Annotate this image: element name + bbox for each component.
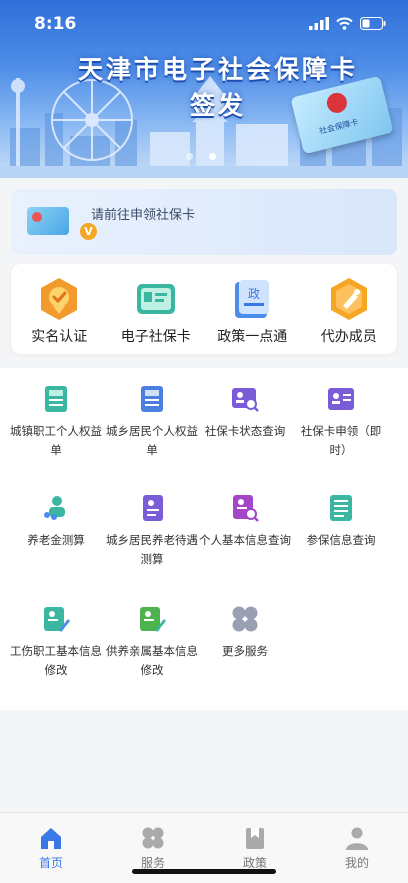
services-grid-icon xyxy=(142,827,164,849)
carousel-dot-active[interactable] xyxy=(209,153,216,160)
urban-rural-doc-icon xyxy=(141,386,163,412)
quick-action-policy[interactable]: 政 政策一点通 xyxy=(204,264,301,354)
policy-bookmark-icon xyxy=(246,828,264,849)
quick-actions-panel: 实名认证 电子社保卡 政 政策一点通 代办成员 xyxy=(11,264,397,354)
home-indicator[interactable] xyxy=(132,869,276,874)
service-label: 个人基本信息查询 xyxy=(199,533,291,547)
quick-action-label: 电子社保卡 xyxy=(120,329,191,345)
quick-action-label: 实名认证 xyxy=(31,329,88,345)
tab-home[interactable]: 首页 xyxy=(0,813,102,883)
service-label: 养老金测算 xyxy=(27,533,85,547)
service-urban-rural-rights[interactable]: 城乡居民个人权益单 xyxy=(101,384,203,460)
v-badge-icon: V xyxy=(80,223,97,240)
banner-carousel[interactable]: 8:16 天津市电子社会保障卡 签发 社会保障卡 xyxy=(0,0,408,178)
quick-action-e-card[interactable]: 电子社保卡 xyxy=(108,264,205,354)
urban-employee-doc-icon xyxy=(45,386,67,412)
wifi-icon xyxy=(336,17,353,30)
injury-info-edit-icon xyxy=(44,607,70,632)
service-label: 工伤职工基本信息修改 xyxy=(10,644,102,677)
carousel-indicator xyxy=(186,153,216,160)
pension-calc-icon xyxy=(44,496,65,520)
status-bar: 8:16 xyxy=(0,0,408,46)
card-status-search-icon xyxy=(232,388,259,412)
insurance-info-icon xyxy=(330,495,352,521)
cellular-signal-icon xyxy=(309,17,329,30)
quick-action-label: 代办成员 xyxy=(320,329,377,345)
service-label: 更多服务 xyxy=(222,644,268,658)
service-card-status[interactable]: 社保卡状态查询 xyxy=(194,384,296,441)
notice-text: 请前往申领社保卡 xyxy=(91,208,196,223)
service-personal-info[interactable]: 个人基本信息查询 xyxy=(194,493,296,550)
agent-member-icon xyxy=(330,278,367,320)
e-social-card-icon xyxy=(136,284,175,314)
card-apply-icon xyxy=(328,388,354,410)
service-more[interactable]: 更多服务 xyxy=(194,604,296,661)
status-time: 8:16 xyxy=(34,14,77,34)
service-card-apply[interactable]: 社保卡申领（即时） xyxy=(290,384,392,460)
card-text: 社会保障卡 xyxy=(318,117,360,136)
service-label: 社保卡申领（即时） xyxy=(300,424,382,457)
personal-info-search-icon xyxy=(233,495,259,522)
service-label: 城镇职工个人权益单 xyxy=(10,424,102,457)
home-icon xyxy=(41,828,61,849)
service-label: 参保信息查询 xyxy=(306,533,376,547)
services-grid: 城镇职工个人权益单 城乡居民个人权益单 社保卡状态查询 社保卡申领（即时） 养老… xyxy=(0,368,408,710)
service-insurance-info[interactable]: 参保信息查询 xyxy=(290,493,392,550)
more-services-icon xyxy=(232,606,258,632)
tab-profile[interactable]: 我的 xyxy=(306,813,408,883)
service-urban-employee-rights[interactable]: 城镇职工个人权益单 xyxy=(5,384,107,460)
service-label: 供养亲属基本信息修改 xyxy=(106,644,198,677)
battery-icon xyxy=(360,17,386,30)
svg-text:政: 政 xyxy=(248,287,260,301)
social-card-thumbnail-icon xyxy=(27,207,69,235)
quick-action-real-name[interactable]: 实名认证 xyxy=(11,264,108,354)
service-dependent-info-edit[interactable]: 供养亲属基本信息修改 xyxy=(101,604,203,680)
service-pension-calc[interactable]: 养老金测算 xyxy=(5,493,107,550)
apply-card-notice[interactable]: V 请前往申领社保卡 xyxy=(11,189,397,255)
service-label: 社保卡状态查询 xyxy=(204,424,286,438)
profile-icon xyxy=(346,827,368,850)
carousel-dot[interactable] xyxy=(186,153,193,160)
service-injury-info-edit[interactable]: 工伤职工基本信息修改 xyxy=(5,604,107,680)
policy-document-icon: 政 xyxy=(235,280,270,318)
tab-label: 我的 xyxy=(344,856,369,870)
banner-title: 天津市电子社会保障卡 xyxy=(77,55,358,84)
quick-action-label: 政策一点通 xyxy=(217,329,288,345)
pension-benefit-calc-icon xyxy=(143,495,163,521)
national-emblem-icon xyxy=(324,90,350,115)
service-label: 城乡居民个人权益单 xyxy=(106,424,198,457)
service-pension-benefit[interactable]: 城乡居民养老待遇测算 xyxy=(101,493,203,569)
quick-action-agent[interactable]: 代办成员 xyxy=(301,264,398,354)
verified-badge-icon xyxy=(41,278,78,320)
service-label: 城乡居民养老待遇测算 xyxy=(106,533,198,566)
tab-label: 首页 xyxy=(38,856,63,870)
dependent-info-edit-icon xyxy=(140,607,166,632)
